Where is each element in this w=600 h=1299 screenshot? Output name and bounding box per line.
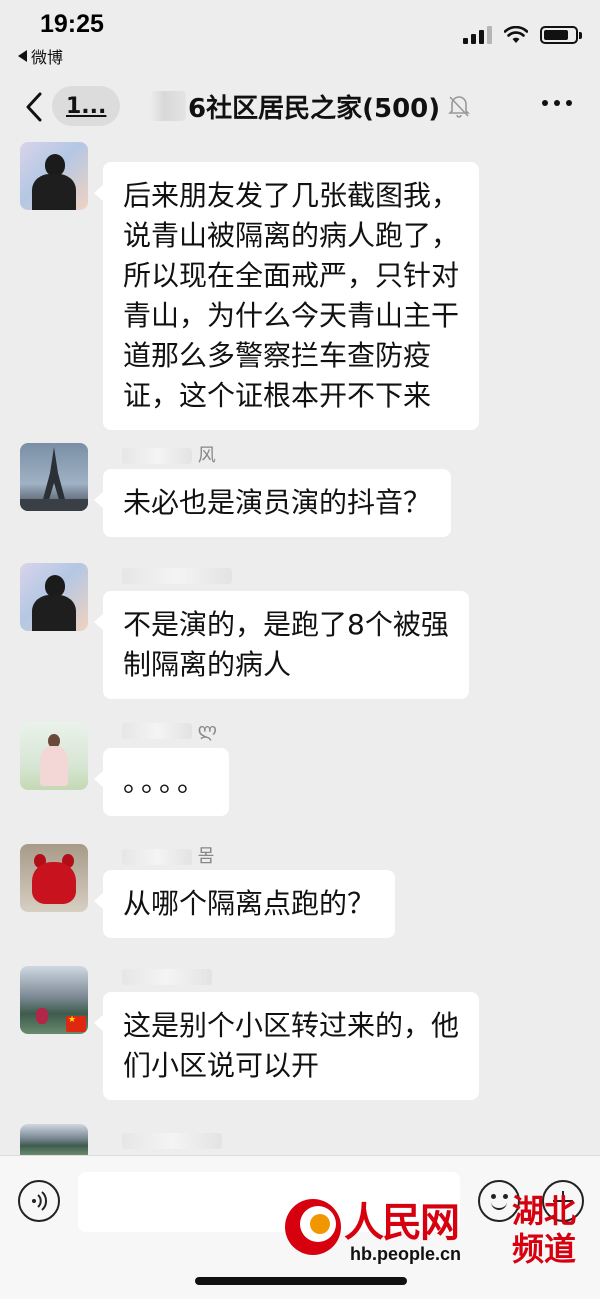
watermark-brand: 人民网 xyxy=(344,1199,460,1246)
redacted-title-prefix xyxy=(150,91,186,121)
status-icons xyxy=(463,26,582,44)
message-line: 制隔离的病人 xyxy=(123,648,292,681)
avatar[interactable] xyxy=(20,722,88,790)
message-line: 这是别个小区转过来的，他 xyxy=(123,1009,460,1042)
message-item: 后来朋友发了几张截图我， 说青山被隔离的病人跑了， 所以现在全面戒严，只针对 青… xyxy=(0,142,600,430)
avatar[interactable] xyxy=(20,563,88,631)
back-button[interactable] xyxy=(22,90,46,124)
message-line: 说青山被隔离的病人跑了， xyxy=(123,219,460,252)
chat-nav-bar: 1... 6社区居民之家(500) xyxy=(0,72,600,142)
watermark-channel: 湖北 频道 xyxy=(512,1192,592,1268)
message-item: 风 未必也是演员演的抖音？ xyxy=(0,441,600,537)
message-bubble[interactable]: 后来朋友发了几张截图我， 说青山被隔离的病人跑了， 所以现在全面戒严，只针对 青… xyxy=(93,162,480,430)
people-cn-watermark: 人民网 hb.people.cn 湖北 频道 xyxy=(280,1190,600,1280)
message-line: 所以现在全面戒严，只针对 xyxy=(123,259,460,292)
message-item: 这是别个小区转过来的，他 们小区说可以开 xyxy=(0,966,600,1100)
message-item: 不是演的，是跑了8个被强 制隔离的病人 xyxy=(0,563,600,699)
avatar[interactable] xyxy=(20,443,88,511)
watermark-url: hb.people.cn xyxy=(350,1244,462,1264)
message-bubble[interactable]: 未必也是演员演的抖音？ xyxy=(93,469,452,537)
people-logo-icon xyxy=(285,1199,341,1255)
sender-name xyxy=(122,565,232,585)
china-flag-icon xyxy=(66,1015,86,1032)
message-line: 青山，为什么今天青山主干 xyxy=(123,299,460,332)
home-indicator[interactable] xyxy=(195,1277,407,1285)
message-bubble[interactable]: 从哪个隔离点跑的？ xyxy=(93,870,396,938)
more-icon[interactable] xyxy=(542,100,572,106)
message-item: 몸 从哪个隔离点跑的？ xyxy=(0,842,600,938)
chat-title[interactable]: 6社区居民之家(500) xyxy=(150,86,471,126)
back-chevron-icon xyxy=(26,92,42,122)
channel-line: 湖北 xyxy=(512,1192,577,1230)
message-line: 证，这个证根本开不下来 xyxy=(123,379,432,412)
sender-name: ლ xyxy=(122,720,217,741)
message-line: 道那么多警察拦车查防疫 xyxy=(123,339,432,372)
signal-icon xyxy=(463,26,492,44)
status-time: 19:25 xyxy=(40,10,104,38)
message-line: 未必也是演员演的抖音？ xyxy=(123,486,432,519)
back-to-app-link[interactable]: 微博 xyxy=(18,44,63,68)
status-bar: 19:25 微博 xyxy=(0,0,600,72)
voice-icon xyxy=(32,1191,48,1211)
sender-name: 风 xyxy=(122,441,216,466)
eiffel-tower-icon xyxy=(20,447,88,511)
message-line: 们小区说可以开 xyxy=(123,1049,320,1082)
wifi-icon xyxy=(504,26,528,43)
message-item xyxy=(0,1124,600,1155)
back-triangle-icon xyxy=(18,50,27,62)
back-app-label: 微博 xyxy=(31,48,64,67)
message-line: 。。。。 xyxy=(123,765,210,798)
chat-title-text: 6社区居民之家(500) xyxy=(188,93,441,124)
message-line: 从哪个隔离点跑的？ xyxy=(123,887,376,920)
unread-count-badge[interactable]: 1... xyxy=(52,86,121,126)
message-bubble[interactable]: 。。。。 xyxy=(93,748,230,816)
sender-name xyxy=(122,1130,222,1150)
avatar[interactable] xyxy=(20,844,88,912)
battery-icon xyxy=(540,26,582,44)
sender-name xyxy=(122,966,212,986)
sender-name: 몸 xyxy=(122,842,214,867)
message-line: 不是演的，是跑了8个被强 xyxy=(123,608,449,641)
avatar[interactable] xyxy=(20,966,88,1034)
avatar[interactable] xyxy=(20,142,88,210)
voice-button[interactable] xyxy=(18,1180,60,1222)
message-item: ლ 。。。。 xyxy=(0,720,600,816)
mute-bell-icon xyxy=(448,96,471,118)
avatar[interactable] xyxy=(20,1124,88,1155)
message-bubble[interactable]: 不是演的，是跑了8个被强 制隔离的病人 xyxy=(94,591,469,699)
channel-line: 频道 xyxy=(512,1230,577,1268)
message-line: 后来朋友发了几张截图我， xyxy=(123,179,460,212)
message-bubble[interactable]: 这是别个小区转过来的，他 们小区说可以开 xyxy=(93,992,480,1100)
